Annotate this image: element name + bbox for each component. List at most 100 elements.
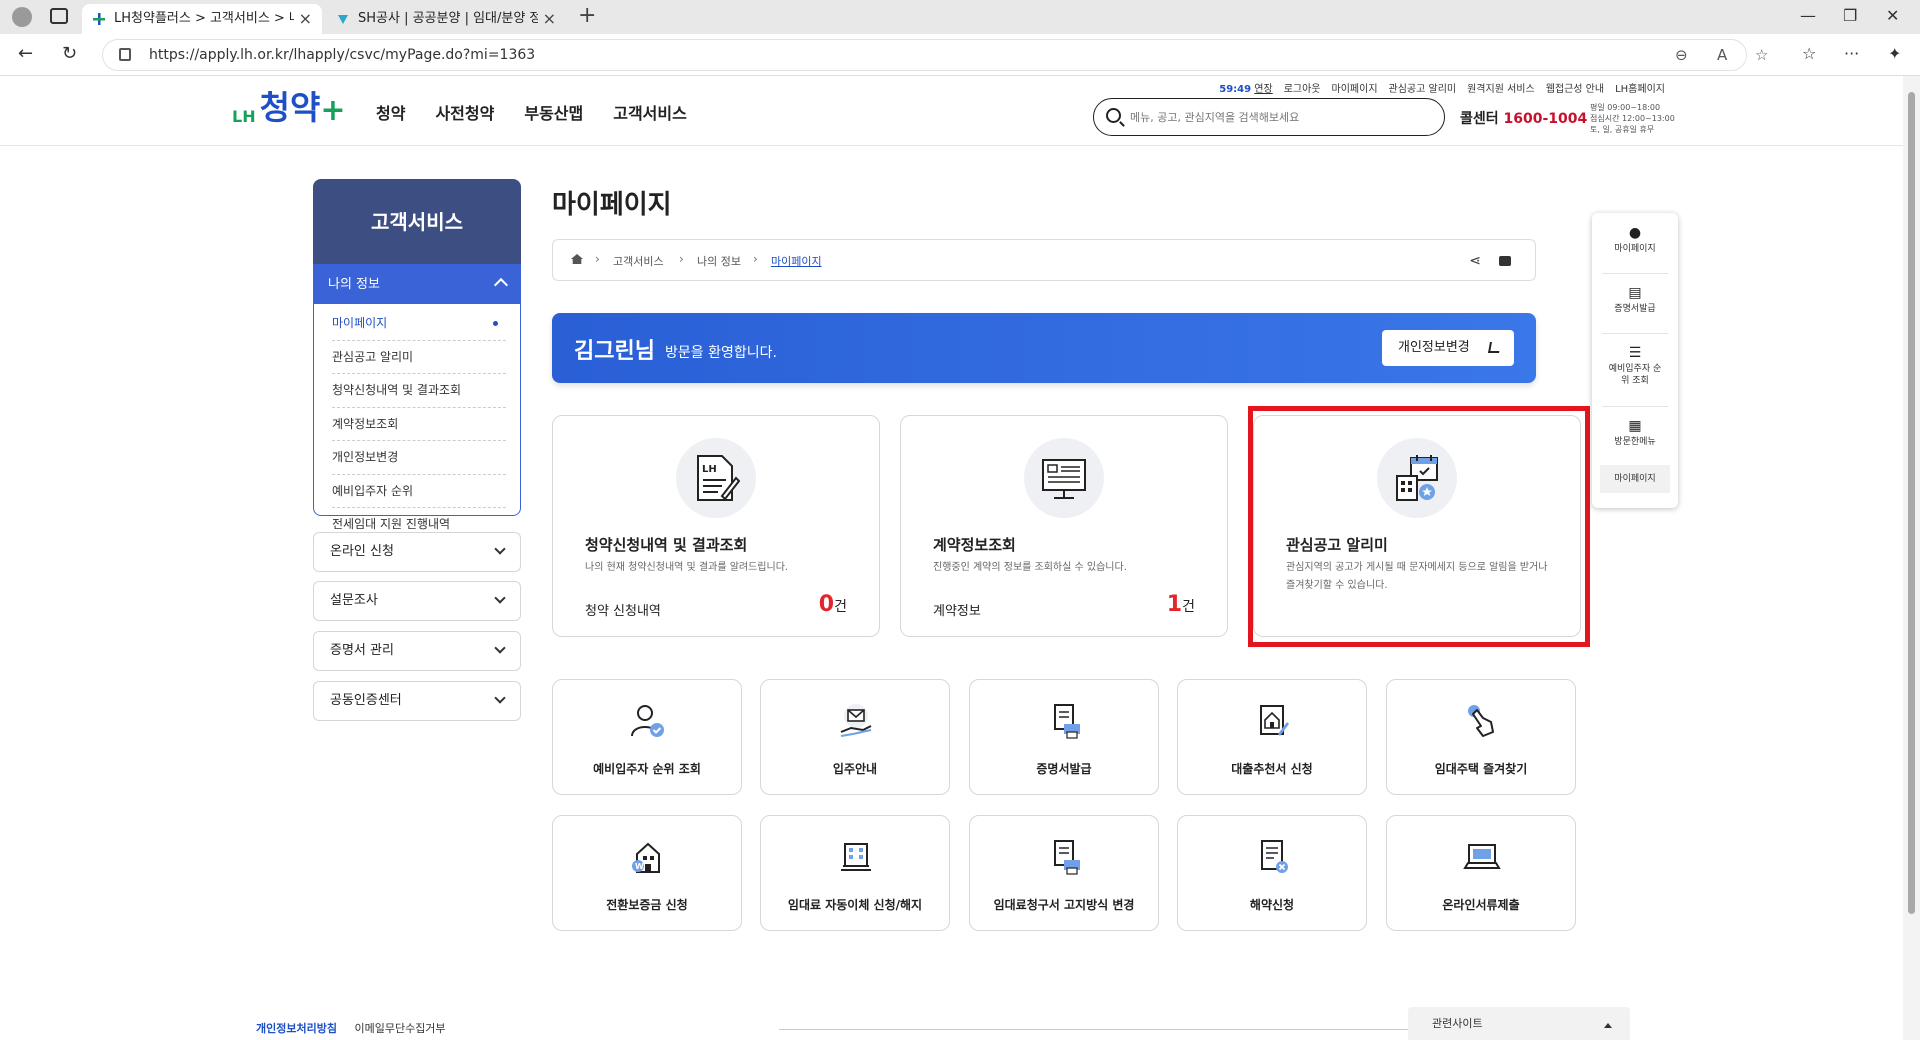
breadcrumb-item[interactable]: 나의 정보 (697, 253, 741, 269)
lnb-group-online[interactable]: 온라인 신청 (313, 532, 521, 572)
lnb-item[interactable]: 계약정보조회 (332, 408, 506, 441)
extend-session-link[interactable]: 연장 (1254, 84, 1272, 95)
bill-print-icon (1054, 840, 1080, 875)
page-scrollbar[interactable] (1903, 76, 1920, 1040)
tab-actions-icon[interactable] (50, 8, 68, 24)
search-input[interactable] (1130, 107, 1430, 127)
back-icon[interactable]: ← (18, 43, 33, 64)
quick-menu-recent-item[interactable]: 마이페이지 (1600, 465, 1670, 493)
more-icon[interactable]: ··· (1844, 44, 1859, 63)
welcome-text: 방문을 환영합니다. (665, 345, 777, 361)
quick-move-in-guide[interactable]: 입주안내 (760, 679, 950, 795)
breadcrumb: › 고객서비스 › 나의 정보 › 마이페이지 ⋖ (552, 239, 1536, 281)
scrollbar-thumb[interactable] (1908, 92, 1915, 914)
quick-deposit-conversion[interactable]: W 전환보증금 신청 (552, 815, 742, 931)
browser-tab-lh[interactable]: LH청약플러스 > 고객서비스 > 나의 정보 × (82, 4, 322, 34)
card-application-results[interactable]: LH 청약신청내역 및 결과조회 나의 현재 청약신청내역 및 결과를 알려드립… (552, 415, 880, 637)
profile-icon[interactable] (12, 7, 32, 27)
site-search (1093, 98, 1445, 136)
read-aloud-icon[interactable]: A (1717, 40, 1727, 70)
gnb-item[interactable]: 부동산맵 (524, 100, 583, 124)
gnb-item[interactable]: 사전청약 (435, 100, 494, 124)
card-contract-info[interactable]: 계약정보조회 진행중인 계약의 정보를 조회하실 수 있습니다. 계약정보 1건 (900, 415, 1228, 637)
copilot-icon[interactable]: ✦ (1888, 44, 1901, 63)
lnb-group-certificate[interactable]: 증명서 관리 (313, 631, 521, 671)
card-title: 계약정보조회 (933, 536, 1016, 554)
gnb-item[interactable]: 청약 (376, 100, 405, 124)
lnb-item[interactable]: 관심공고 알리미 (332, 341, 506, 374)
lnb-item[interactable]: 개인정보변경 (332, 441, 506, 475)
footer-links: 개인정보처리방침 이메일무단수집거부 (256, 1020, 446, 1036)
mail-hand-icon (840, 704, 872, 737)
breadcrumb-current[interactable]: 마이페이지 (771, 253, 822, 269)
quick-side-menu: ● 마이페이지 ▤ 증명서발급 ☰ 예비입주자 순위 조회 ▦ 방문한메뉴 마이페이지 (1592, 213, 1678, 508)
card-footer-label: 계약정보 (933, 604, 981, 619)
sh-favicon-icon (338, 15, 348, 24)
lnb-group-survey[interactable]: 설문조사 (313, 581, 521, 621)
quick-certificate[interactable]: 증명서발급 (969, 679, 1159, 795)
restore-icon[interactable]: ❐ (1843, 6, 1857, 25)
document-cancel-icon (1261, 840, 1288, 873)
print-icon[interactable] (1499, 256, 1511, 266)
highlight-box (1248, 406, 1590, 647)
logout-link[interactable]: 로그아웃 (1284, 80, 1321, 95)
grid-icon: ▦ (1628, 418, 1642, 434)
lnb-item[interactable]: 청약신청내역 및 결과조회 (332, 374, 506, 408)
chevron-right-icon: › (753, 252, 758, 266)
related-sites-toggle[interactable]: 관련사이트 (1408, 1007, 1630, 1040)
refresh-icon[interactable]: ↻ (62, 43, 77, 64)
lnb-item-mypage[interactable]: 마이페이지 (332, 307, 506, 341)
quick-waitlist-rank[interactable]: 예비입주자 순위 조회 (552, 679, 742, 795)
lh-favicon-icon (93, 13, 105, 25)
share-icon[interactable]: ⋖ (1469, 253, 1481, 269)
browser-tab-bar: LH청약플러스 > 고객서비스 > 나의 정보 × SH공사 | 공공분양 | … (0, 0, 1920, 34)
lnb-group-auth[interactable]: 공동인증센터 (313, 681, 521, 721)
quick-menu-visited[interactable]: ▦ 방문한메뉴 (1592, 418, 1678, 448)
alert-link[interactable]: 관심공고 알리미 (1389, 80, 1457, 95)
list-icon: ☰ (1628, 345, 1642, 361)
privacy-link[interactable]: 개인정보처리방침 (256, 1022, 337, 1035)
quick-bill-notice-change[interactable]: 임대료청구서 고지방식 변경 (969, 815, 1159, 931)
welcome-banner: 김그린님 방문을 환영합니다. 개인정보변경 (552, 313, 1536, 383)
lh-home-link[interactable]: LH홈페이지 (1615, 80, 1665, 95)
remote-support-link[interactable]: 원격지원 서비스 (1467, 80, 1535, 95)
home-icon[interactable] (571, 254, 583, 264)
zoom-icon[interactable]: ⊖ (1675, 40, 1688, 70)
quick-menu-mypage[interactable]: ● 마이페이지 (1592, 226, 1678, 255)
lnb-item[interactable]: 예비입주자 순위 (332, 475, 506, 508)
mypage-link[interactable]: 마이페이지 (1332, 80, 1378, 95)
chevron-right-icon: › (679, 252, 684, 266)
quick-online-document[interactable]: 온라인서류제출 (1386, 815, 1576, 931)
close-window-icon[interactable]: ✕ (1886, 6, 1899, 25)
card-count: 0건 (818, 592, 847, 617)
accessibility-link[interactable]: 웹접근성 안내 (1546, 80, 1604, 95)
card-desc: 진행중인 계약의 정보를 조회하실 수 있습니다. (933, 562, 1127, 573)
global-nav: 청약 사전청약 부동산맵 고객서비스 (376, 100, 687, 124)
minimize-icon[interactable]: — (1800, 6, 1816, 25)
page-viewport: 59:49 연장 로그아웃 마이페이지 관심공고 알리미 원격지원 서비스 웹접… (0, 76, 1903, 1040)
breadcrumb-item[interactable]: 고객서비스 (613, 253, 664, 269)
lnb-my-info: 나의 정보 마이페이지 관심공고 알리미 청약신청내역 및 결과조회 계약정보조… (313, 264, 521, 531)
quick-loan-recommendation[interactable]: 대출추천서 신청 (1177, 679, 1367, 795)
edit-profile-button[interactable]: 개인정보변경 (1382, 330, 1514, 366)
quick-auto-transfer[interactable]: 임대료 자동이체 신청/해지 (760, 815, 950, 931)
close-tab-icon[interactable]: × (543, 4, 556, 34)
favorites-icon[interactable]: ☆ (1802, 44, 1816, 63)
lnb-selected-toggle[interactable]: 나의 정보 (314, 265, 520, 304)
quick-menu-certificate[interactable]: ▤ 증명서발급 (1592, 286, 1678, 315)
search-icon[interactable] (1106, 108, 1121, 123)
quick-menu-waitlist[interactable]: ☰ 예비입주자 순위 조회 (1592, 345, 1678, 387)
monitor-icon (1024, 438, 1104, 518)
session-timer: 59:49 연장 (1219, 84, 1273, 95)
current-dot-icon (493, 321, 498, 326)
new-tab-icon[interactable]: + (578, 3, 596, 28)
quick-rental-favorites[interactable]: 임대주택 즐겨찾기 (1386, 679, 1576, 795)
quick-cancellation[interactable]: 해약신청 (1177, 815, 1367, 931)
email-refusal-link[interactable]: 이메일무단수집거부 (354, 1022, 445, 1035)
gnb-item[interactable]: 고객서비스 (613, 100, 687, 124)
favorite-star-icon[interactable]: ☆ (1755, 40, 1768, 70)
site-logo[interactable]: LH 청약 + (232, 90, 345, 127)
browser-tab-sh[interactable]: SH공사 | 공공분양 | 임대/분양 정보 × (326, 4, 566, 34)
url-field[interactable]: https://apply.lh.or.kr/lhapply/csvc/myPa… (102, 39, 1768, 71)
close-tab-icon[interactable]: × (299, 4, 312, 34)
